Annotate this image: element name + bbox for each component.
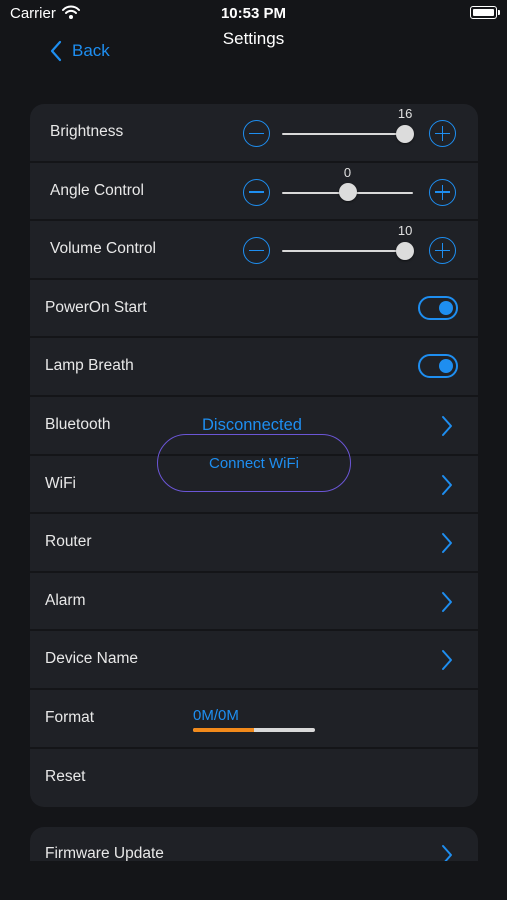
format-progress-fill <box>193 727 254 732</box>
angle-control-label: Angle Control <box>50 181 144 199</box>
reset-row[interactable]: Reset <box>30 749 478 807</box>
connect-wifi-button[interactable]: Connect WiFi <box>157 434 351 492</box>
volume-slider[interactable] <box>282 241 415 260</box>
bottom-edge <box>0 861 507 900</box>
poweron-start-toggle[interactable] <box>418 295 458 320</box>
format-row[interactable]: Format 0M/0M <box>30 690 478 749</box>
lamp-breath-row: Lamp Breath <box>30 338 478 397</box>
angle-control-row: Angle Control 0 <box>30 163 478 222</box>
brightness-decrease-button[interactable] <box>243 120 270 147</box>
brightness-slider[interactable] <box>282 124 415 143</box>
wifi-label: WiFi <box>45 474 76 492</box>
toggle-knob <box>439 300 453 315</box>
connect-wifi-label: Connect WiFi <box>208 454 300 472</box>
router-label: Router <box>45 533 92 551</box>
format-progress-bar <box>193 727 315 732</box>
angle-decrease-button[interactable] <box>243 178 270 206</box>
status-time: 10:53 PM <box>220 5 287 22</box>
brightness-value: 16 <box>397 106 413 121</box>
toggle-knob <box>439 359 453 374</box>
brightness-increase-button[interactable] <box>429 120 456 147</box>
navigation-bar: Back Settings <box>0 26 507 76</box>
format-storage-value: 0M/0M <box>193 706 239 724</box>
device-name-label: Device Name <box>45 650 139 668</box>
device-name-row[interactable]: Device Name <box>30 631 478 690</box>
volume-value: 10 <box>397 223 413 239</box>
chevron-right-icon[interactable] <box>440 415 454 437</box>
brightness-slider-thumb[interactable] <box>396 124 415 143</box>
volume-control-row: Volume Control 10 <box>30 221 478 280</box>
brightness-row: Brightness 16 <box>30 104 478 163</box>
volume-control-label: Volume Control <box>50 240 156 258</box>
reset-label: Reset <box>45 767 86 785</box>
lamp-breath-label: Lamp Breath <box>45 357 134 375</box>
chevron-right-icon[interactable] <box>440 532 454 554</box>
volume-increase-button[interactable] <box>429 237 456 265</box>
alarm-label: Alarm <box>45 591 86 609</box>
format-label: Format <box>45 708 95 726</box>
poweron-start-row: PowerOn Start <box>30 280 478 339</box>
brightness-label: Brightness <box>50 123 124 140</box>
chevron-right-icon[interactable] <box>440 474 454 496</box>
volume-slider-thumb[interactable] <box>396 241 415 260</box>
status-bar: Carrier 10:53 PM <box>0 0 507 28</box>
page-title: Settings <box>222 29 285 48</box>
angle-slider-thumb[interactable] <box>338 183 357 202</box>
alarm-row[interactable]: Alarm <box>30 573 478 632</box>
chevron-right-icon[interactable] <box>440 649 454 671</box>
bluetooth-label: Bluetooth <box>45 415 111 433</box>
angle-value: 0 <box>343 164 352 180</box>
volume-decrease-button[interactable] <box>243 237 270 265</box>
poweron-start-label: PowerOn Start <box>45 298 147 316</box>
chevron-right-icon[interactable] <box>440 591 454 613</box>
lamp-breath-toggle[interactable] <box>418 354 458 379</box>
angle-slider[interactable] <box>282 183 413 202</box>
router-row[interactable]: Router <box>30 514 478 573</box>
angle-increase-button[interactable] <box>429 178 456 206</box>
battery-icon <box>470 6 500 19</box>
